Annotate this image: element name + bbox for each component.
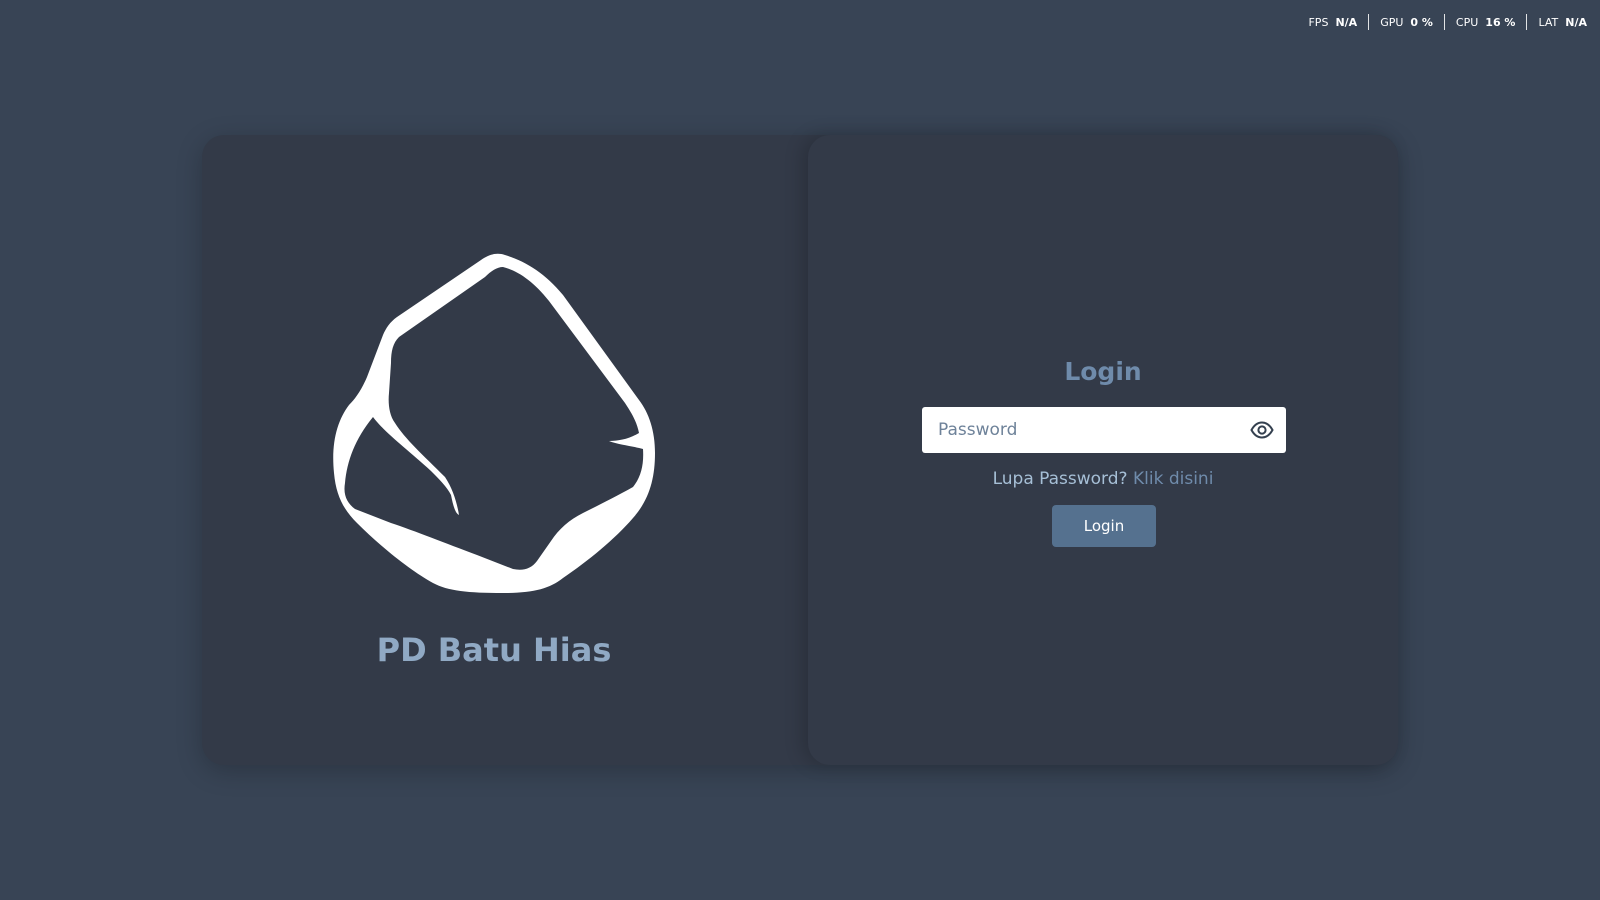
- brand-name: PD Batu Hias: [376, 631, 612, 669]
- perf-cpu-value: 16 %: [1485, 15, 1516, 29]
- perf-lat: LAT N/A: [1526, 14, 1587, 30]
- perf-cpu: CPU 16 %: [1443, 14, 1527, 30]
- performance-overlay: FPS N/A GPU 0 % CPU 16 % LAT N/A: [1308, 14, 1587, 30]
- perf-lat-label: LAT: [1538, 15, 1559, 29]
- login-title: Login: [1064, 357, 1142, 386]
- login-panel: Login Lupa Password? Klik disini Login: [808, 135, 1398, 765]
- perf-cpu-label: CPU: [1455, 15, 1479, 29]
- login-button[interactable]: Login: [1052, 505, 1156, 547]
- perf-lat-value: N/A: [1565, 15, 1587, 29]
- perf-gpu-value: 0 %: [1410, 15, 1433, 29]
- eye-icon[interactable]: [1250, 419, 1274, 441]
- forgot-password-text: Lupa Password?: [992, 469, 1128, 489]
- perf-fps: FPS N/A: [1308, 14, 1368, 30]
- brand-panel: PD Batu Hias: [202, 135, 808, 765]
- forgot-password-link[interactable]: Klik disini: [1133, 469, 1213, 489]
- perf-fps-value: N/A: [1335, 15, 1358, 29]
- perf-gpu-label: GPU: [1380, 15, 1404, 29]
- perf-gpu: GPU 0 %: [1368, 14, 1444, 30]
- forgot-password: Lupa Password? Klik disini: [808, 469, 1398, 489]
- password-input[interactable]: [922, 407, 1286, 453]
- login-card: PD Batu Hias Login Lupa Password? Klik d…: [202, 135, 1398, 765]
- password-field-wrapper: [922, 407, 1286, 453]
- perf-fps-label: FPS: [1308, 15, 1329, 29]
- stone-logo-icon: [333, 253, 655, 594]
